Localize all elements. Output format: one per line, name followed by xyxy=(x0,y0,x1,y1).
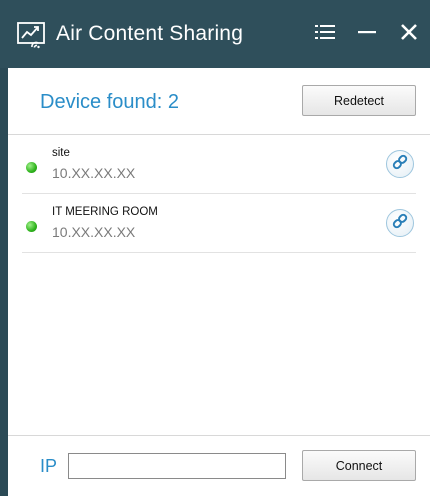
title-bar[interactable]: Air Content Sharing xyxy=(0,0,430,68)
status-online-icon xyxy=(26,162,37,173)
device-ip: 10.XX.XX.XX xyxy=(52,224,136,240)
redetect-button[interactable]: Redetect xyxy=(302,85,416,116)
ip-label: IP xyxy=(40,456,58,476)
window-controls xyxy=(314,0,420,68)
ip-input[interactable] xyxy=(68,453,286,479)
device-list-item[interactable]: IT MEERING ROOM 10.XX.XX.XX xyxy=(22,194,416,253)
manual-connect-bar: IP Connect xyxy=(8,435,430,496)
link-icon xyxy=(391,153,409,176)
link-icon xyxy=(391,212,409,235)
app-window: Air Content Sharing Device found: 2 Rede… xyxy=(0,0,430,496)
close-icon xyxy=(400,23,418,46)
main-content: Device found: 2 Redetect site 10.XX.XX.X… xyxy=(8,68,430,496)
close-button[interactable] xyxy=(398,23,420,45)
device-list: site 10.XX.XX.XX IT MEERING ROOM 10.XX.X… xyxy=(22,135,416,253)
menu-icon xyxy=(315,23,335,46)
minimize-button[interactable] xyxy=(356,23,378,45)
minimize-icon xyxy=(357,23,377,46)
menu-button[interactable] xyxy=(314,23,336,45)
device-name: site xyxy=(52,147,70,159)
screen-share-icon xyxy=(16,20,46,50)
device-name: IT MEERING ROOM xyxy=(52,206,158,218)
device-header: Device found: 2 Redetect xyxy=(8,68,430,135)
device-count-label: Device found: 2 xyxy=(40,91,179,113)
status-online-icon xyxy=(26,221,37,232)
connect-device-button[interactable] xyxy=(386,209,414,237)
app-title: Air Content Sharing xyxy=(56,22,244,45)
connect-button[interactable]: Connect xyxy=(302,450,416,481)
connect-device-button[interactable] xyxy=(386,150,414,178)
device-ip: 10.XX.XX.XX xyxy=(52,165,136,181)
device-list-item[interactable]: site 10.XX.XX.XX xyxy=(22,135,416,194)
